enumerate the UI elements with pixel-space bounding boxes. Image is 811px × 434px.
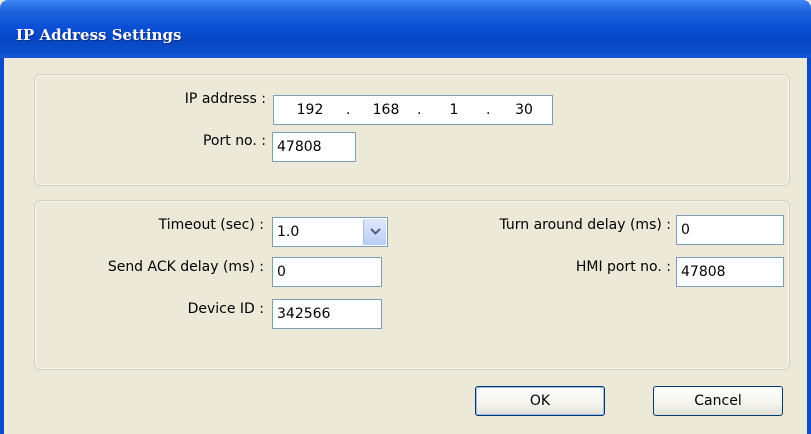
- dropdown-button[interactable]: [363, 219, 386, 245]
- hmi-port-input[interactable]: 47808: [676, 257, 784, 287]
- turnaround-delay-label: Turn around delay (ms) :: [499, 217, 671, 233]
- turnaround-delay-input[interactable]: 0: [676, 215, 784, 245]
- ip-address-settings-dialog: IP Address Settings IP address : 192 . 1…: [0, 0, 811, 434]
- timeout-label: Timeout (sec) :: [158, 217, 264, 233]
- window-frame-right: [807, 58, 811, 434]
- device-id-input[interactable]: 342566: [272, 299, 382, 329]
- ip-octet-2[interactable]: 168: [364, 96, 408, 124]
- ip-address-label: IP address :: [184, 91, 266, 107]
- connection-group: IP address : 192 . 168 . 1 . 30 Port no.…: [34, 74, 790, 186]
- ip-octet-3[interactable]: 1: [432, 96, 476, 124]
- options-group: Timeout (sec) : 1.0 Send ACK delay (ms) …: [34, 200, 790, 370]
- send-ack-delay-label: Send ACK delay (ms) :: [107, 259, 264, 275]
- send-ack-delay-input[interactable]: 0: [272, 257, 382, 287]
- ip-separator: .: [346, 102, 351, 118]
- chevron-down-icon: [370, 228, 381, 235]
- ip-separator: .: [486, 102, 491, 118]
- ip-octet-4[interactable]: 30: [502, 96, 546, 124]
- device-id-label: Device ID :: [187, 301, 264, 317]
- port-label: Port no. :: [202, 133, 266, 149]
- ip-octet-1[interactable]: 192: [288, 96, 332, 124]
- timeout-selected-value: 1.0: [277, 224, 300, 240]
- timeout-select[interactable]: 1.0: [272, 217, 388, 247]
- title-bar[interactable]: IP Address Settings: [0, 0, 811, 58]
- ip-address-field[interactable]: 192 . 168 . 1 . 30: [273, 95, 553, 125]
- port-input[interactable]: 47808: [272, 132, 356, 162]
- ok-button[interactable]: OK: [475, 386, 605, 416]
- ip-separator: .: [417, 102, 422, 118]
- dialog-title: IP Address Settings: [16, 26, 182, 44]
- cancel-button[interactable]: Cancel: [653, 386, 783, 416]
- hmi-port-label: HMI port no. :: [575, 259, 671, 275]
- dialog-body: IP address : 192 . 168 . 1 . 30 Port no.…: [4, 58, 807, 434]
